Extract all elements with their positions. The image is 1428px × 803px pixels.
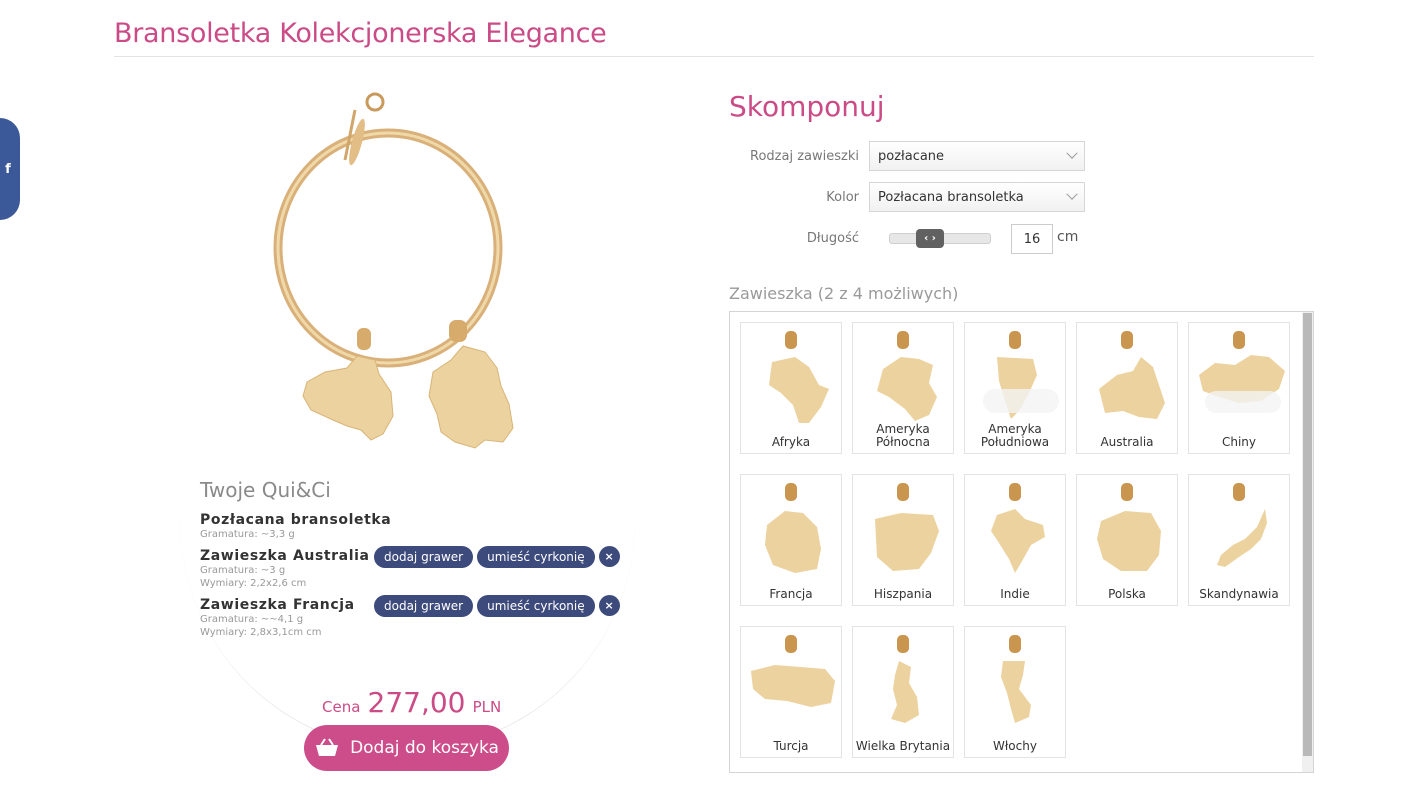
charm-label: Afryka <box>771 435 811 449</box>
charms-list: Afryka Ameryka Północna Ameryka Południo… <box>729 311 1314 773</box>
charm-china-image <box>1199 331 1285 413</box>
charm-india-image <box>991 483 1045 573</box>
charm-turkey-image <box>751 635 835 707</box>
remove-charm-button[interactable]: × <box>598 595 620 616</box>
charm-north-america-image <box>877 331 937 421</box>
scrollbar-thumb[interactable] <box>1303 313 1312 756</box>
charm-label: Ameryka Północna <box>875 422 931 449</box>
charm-australia-image <box>1099 331 1165 419</box>
charms-header: Zawieszka (2 z 4 możliwych) <box>729 284 959 303</box>
scrollbar[interactable] <box>1302 312 1313 772</box>
charm-option[interactable]: Włochy <box>964 626 1066 758</box>
charm-france-image <box>765 483 821 573</box>
charm-label: Turcja <box>773 739 809 753</box>
facebook-icon: f <box>5 161 11 177</box>
charm-option[interactable]: Indie <box>964 474 1066 606</box>
charm-option[interactable]: Francja <box>740 474 842 606</box>
charm-option[interactable]: Ameryka Północna <box>852 322 954 454</box>
charm-label: Chiny <box>1221 435 1257 449</box>
color-value: Pozłacana bransoletka <box>878 189 1024 205</box>
add-to-cart-label: Dodaj do koszyka <box>350 738 499 758</box>
summary-charm-item: Zawieszka Francja Gramatura: ~~4,1 g Wym… <box>200 595 620 639</box>
charm-option[interactable]: Skandynawia <box>1188 474 1290 606</box>
charm-option[interactable]: Turcja <box>740 626 842 758</box>
charm-label: Ameryka Południowa <box>980 422 1050 449</box>
charm-label: Australia <box>1100 435 1154 449</box>
charm-label: Polska <box>1108 587 1146 601</box>
arrows-icon: ‹ › <box>924 233 936 244</box>
charm-type-label: Rodzaj zawieszki <box>750 148 859 164</box>
charm-label: Francja <box>769 587 813 601</box>
remove-charm-button[interactable]: × <box>598 546 620 567</box>
bracelet-weight: Gramatura: ~3,3 g <box>200 529 295 540</box>
charm-option[interactable]: Australia <box>1076 322 1178 454</box>
charm-africa-image <box>769 331 829 423</box>
color-label: Kolor <box>826 189 859 205</box>
charm-dimensions: Wymiary: 2,2x2,6 cm <box>200 578 307 589</box>
color-select[interactable]: Pozłacana bransoletka <box>869 182 1085 212</box>
charm-label: Hiszpania <box>873 587 933 601</box>
charm-type-value: pozłacane <box>878 148 945 164</box>
charm-poland-image <box>1097 483 1161 571</box>
order-summary: Twoje Qui&Ci Pozłacana bransoletka Grama… <box>200 478 620 646</box>
page-title: Bransoletka Kolekcjonerska Elegance <box>114 18 607 49</box>
charm-label: Indie <box>1000 587 1030 601</box>
price-currency: PLN <box>472 698 502 716</box>
length-unit: cm <box>1057 229 1079 245</box>
bracelet-name: Pozłacana bransoletka <box>200 512 392 528</box>
add-zircon-button[interactable]: umieść cyrkonię <box>477 546 595 568</box>
add-to-cart-button[interactable]: Dodaj do koszyka <box>304 725 509 771</box>
charm-option[interactable]: Wielka Brytania <box>852 626 954 758</box>
charm-label: Wielka Brytania <box>855 739 951 753</box>
basket-icon <box>316 738 339 756</box>
facebook-tab[interactable]: f <box>0 118 20 220</box>
summary-title: Twoje Qui&Ci <box>200 478 331 502</box>
add-zircon-button[interactable]: umieść cyrkonię <box>477 595 595 617</box>
charm-south-america-image <box>983 331 1059 419</box>
charm-option[interactable]: Polska <box>1076 474 1178 606</box>
length-label: Długość <box>806 230 859 246</box>
color-row: Kolor Pozłacana bransoletka <box>729 182 1109 212</box>
summary-charm-item: Zawieszka Australia Gramatura: ~3 g Wymi… <box>200 546 620 590</box>
configurator-title: Skomponuj <box>729 90 885 123</box>
charm-option[interactable]: Afryka <box>740 322 842 454</box>
charm-label: Skandynawia <box>1199 587 1279 601</box>
length-input[interactable]: 16 <box>1011 224 1053 254</box>
chevron-down-icon <box>1066 188 1078 200</box>
charm-label: Włochy <box>993 739 1037 753</box>
charm-option[interactable]: Ameryka Południowa <box>964 322 1066 454</box>
price-label: Cena <box>322 698 361 716</box>
summary-bracelet: Pozłacana bransoletka Gramatura: ~3,3 g <box>200 512 620 541</box>
length-slider-handle[interactable]: ‹ › <box>916 229 944 248</box>
charm-italy-image <box>1001 635 1031 723</box>
charm-dimensions: Wymiary: 2,8x3,1cm cm <box>200 627 322 638</box>
charm-type-row: Rodzaj zawieszki pozłacane <box>729 141 1109 171</box>
price: Cena 277,00 PLN <box>322 686 501 719</box>
charm-option[interactable]: Chiny <box>1188 322 1290 454</box>
charm-scandinavia-image <box>1217 483 1267 567</box>
charm-option[interactable]: Hiszpania <box>852 474 954 606</box>
charm-great-britain-image <box>891 635 919 723</box>
price-value: 277,00 <box>367 686 466 719</box>
chevron-down-icon <box>1066 147 1078 159</box>
bracelet-image <box>273 92 514 449</box>
title-divider <box>114 56 1314 57</box>
charm-spain-image <box>875 483 939 571</box>
add-engraving-button[interactable]: dodaj grawer <box>374 595 474 617</box>
charm-type-select[interactable]: pozłacane <box>869 141 1085 171</box>
add-engraving-button[interactable]: dodaj grawer <box>374 546 474 568</box>
